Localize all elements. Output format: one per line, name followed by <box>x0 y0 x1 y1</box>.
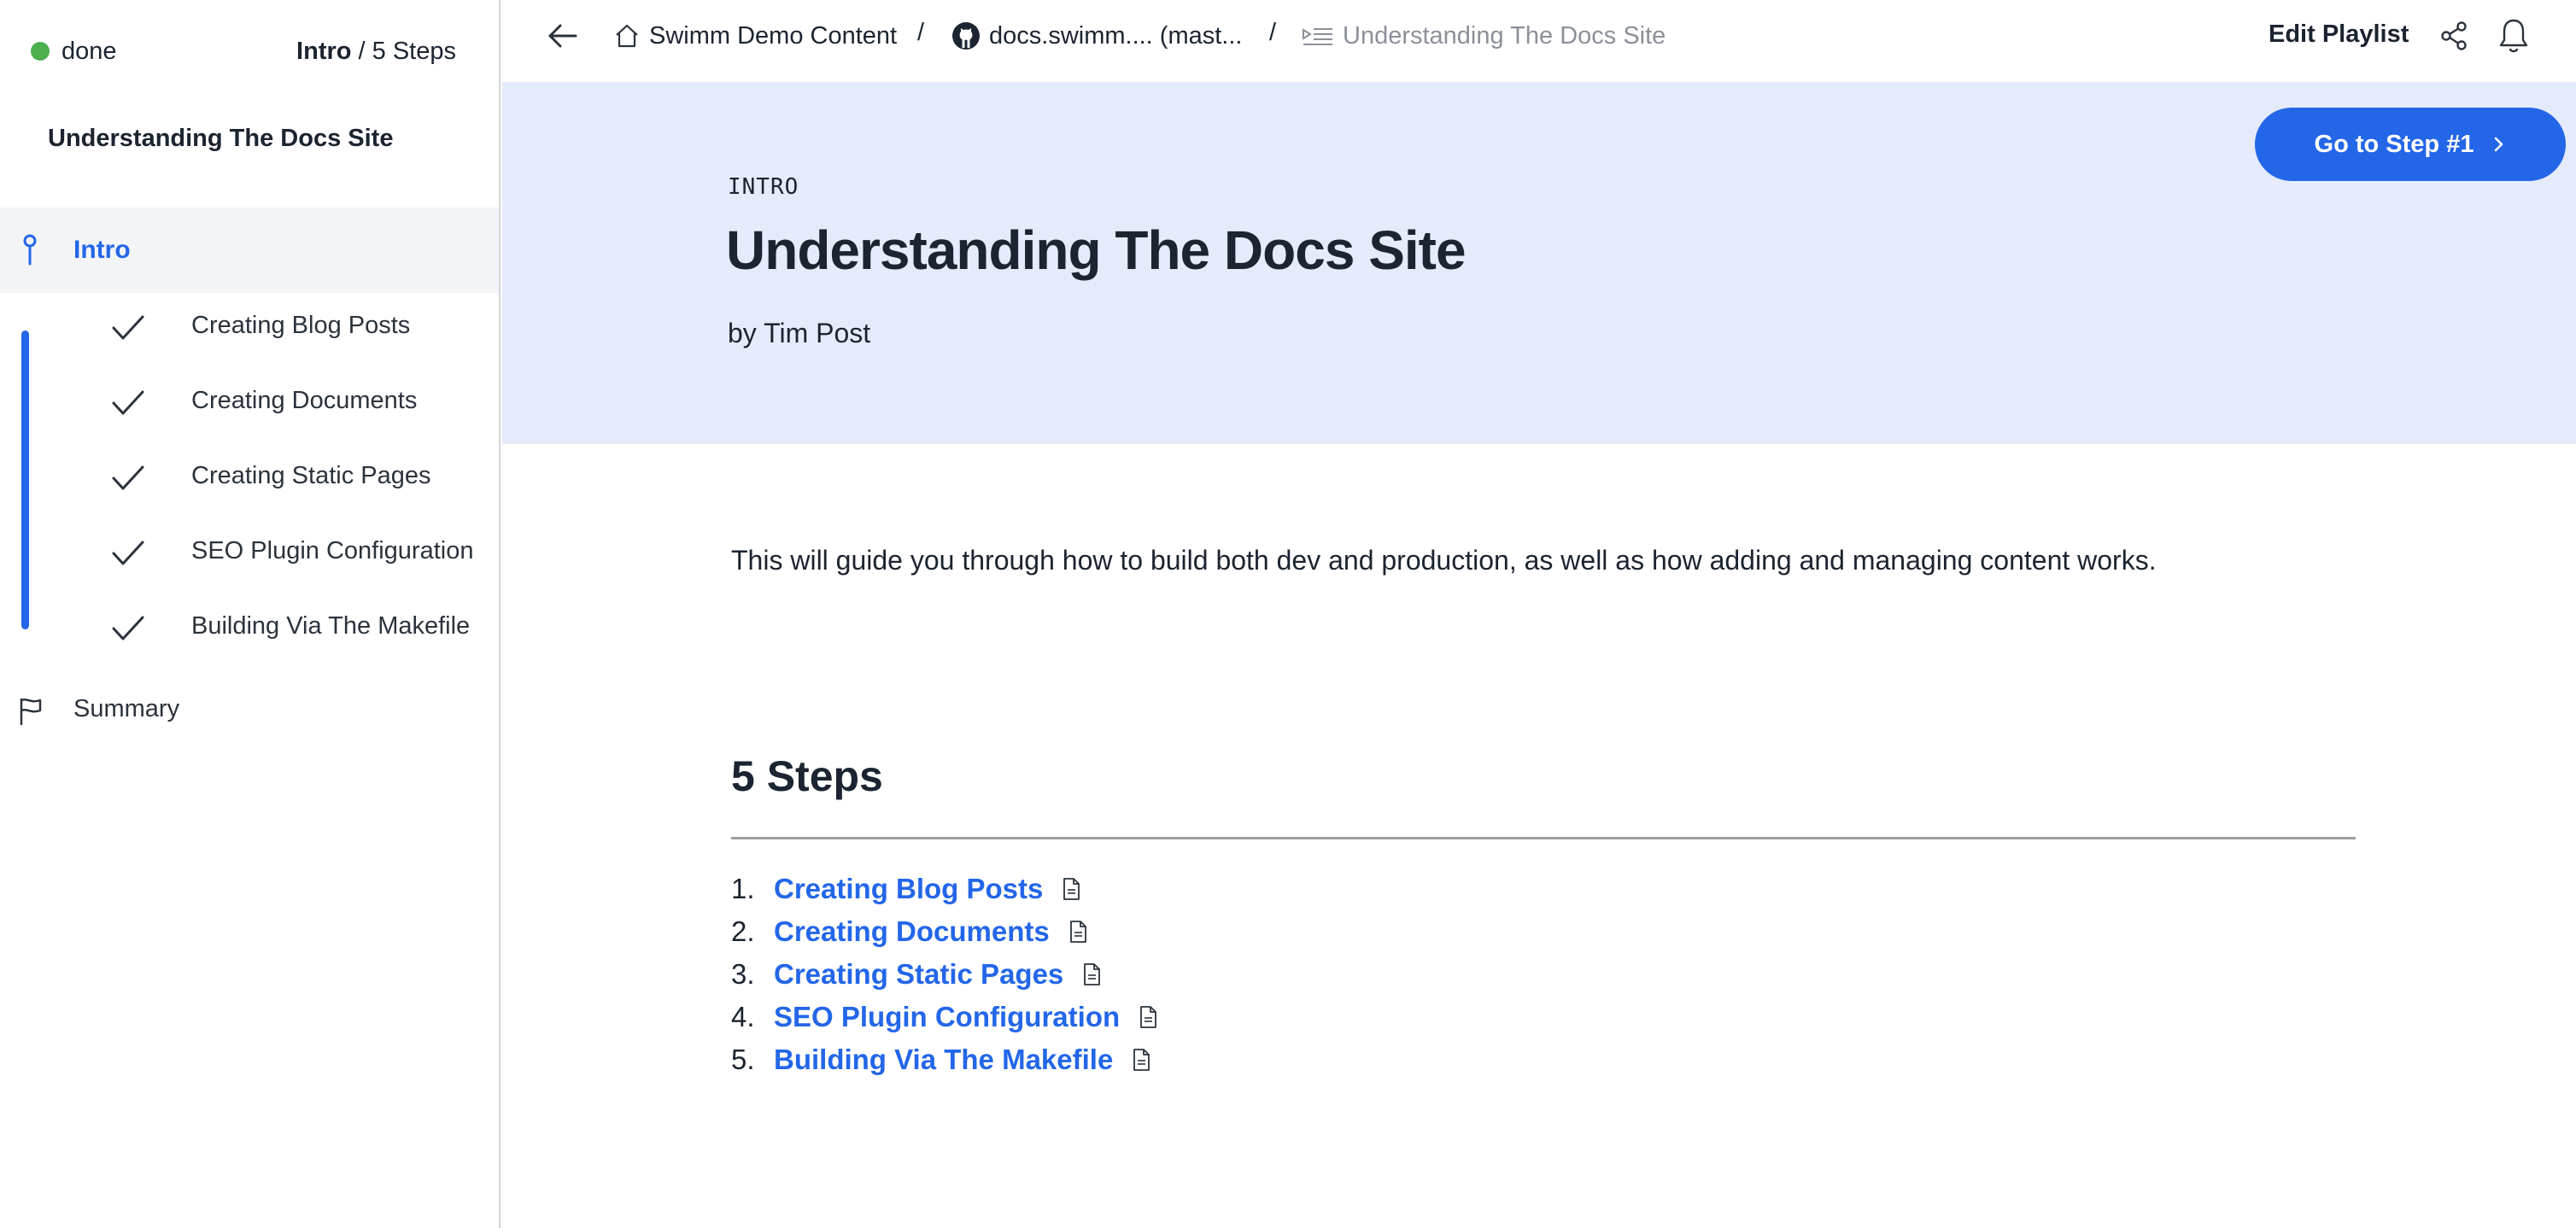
breadcrumb-repo[interactable]: docs.swimm.... (mast... <box>951 19 1242 53</box>
document-icon <box>1063 878 1080 900</box>
document-icon <box>1069 921 1086 943</box>
status-indicator: done <box>31 38 117 66</box>
document-icon <box>1084 963 1101 985</box>
step-link[interactable]: SEO Plugin Configuration <box>774 1001 1120 1033</box>
steps-list: 1. Creating Blog Posts 2. Creating Docum… <box>731 868 1157 1081</box>
sidebar-header: done Intro / 5 Steps <box>31 32 456 70</box>
list-number: 1. <box>731 873 755 904</box>
section-kicker: INTRO <box>728 174 799 200</box>
sidebar-item-summary[interactable]: Summary <box>0 671 499 748</box>
progress-separator: / <box>351 37 372 65</box>
document-icon <box>1133 1049 1150 1071</box>
steps-heading: 5 Steps <box>731 752 883 800</box>
breadcrumb-current: Understanding The Docs Site <box>1302 19 1666 53</box>
sidebar-step-item[interactable]: Creating Static Pages <box>0 441 499 517</box>
progress-indicator: Intro / 5 Steps <box>296 38 456 66</box>
intro-paragraph: This will guide you through how to build… <box>731 545 2157 576</box>
back-arrow-icon[interactable] <box>542 19 584 53</box>
go-to-step-button[interactable]: Go to Step #1 <box>2255 108 2566 181</box>
breadcrumb-label: docs.swimm.... (mast... <box>989 21 1243 50</box>
sidebar-step-label: Creating Static Pages <box>191 462 431 489</box>
flag-icon <box>20 698 42 726</box>
chevron-right-icon <box>2495 137 2503 152</box>
playlist-icon <box>1303 28 1332 45</box>
sidebar: done Intro / 5 Steps Understanding The D… <box>0 0 501 1228</box>
document-icon <box>1140 1006 1157 1028</box>
sidebar-step-item[interactable]: Creating Documents <box>0 366 499 441</box>
status-dot-icon <box>31 42 50 61</box>
sidebar-step-item[interactable]: Building Via The Makefile <box>0 592 499 667</box>
list-number: 3. <box>731 958 755 990</box>
progress-total: 5 Steps <box>372 37 456 65</box>
top-bar: Swimm Demo Content / docs.swimm.... (mas… <box>502 0 2576 82</box>
pin-icon <box>23 234 37 266</box>
list-number: 2. <box>731 915 755 947</box>
github-icon <box>952 22 980 50</box>
list-item: 5. Building Via The Makefile <box>731 1038 1157 1081</box>
sidebar-step-item[interactable]: Creating Blog Posts <box>0 291 499 366</box>
divider <box>731 837 2356 839</box>
sidebar-step-item[interactable]: SEO Plugin Configuration <box>0 517 499 592</box>
sidebar-step-label: Creating Blog Posts <box>191 312 411 339</box>
status-label: done <box>61 37 117 65</box>
list-item: 1. Creating Blog Posts <box>731 868 1157 910</box>
sidebar-item-intro[interactable]: Intro <box>0 208 499 293</box>
share-icon[interactable] <box>2439 20 2468 51</box>
check-icon <box>112 541 144 565</box>
list-number: 4. <box>731 1001 755 1032</box>
list-item: 3. Creating Static Pages <box>731 953 1157 996</box>
breadcrumb-separator: / <box>1269 19 1277 46</box>
sidebar-item-label: Intro <box>73 236 131 264</box>
step-link[interactable]: Creating Static Pages <box>774 958 1063 991</box>
step-link[interactable]: Creating Documents <box>774 915 1050 948</box>
step-link[interactable]: Creating Blog Posts <box>774 873 1043 905</box>
list-number: 5. <box>731 1044 755 1075</box>
check-icon <box>112 390 144 415</box>
list-item: 4. SEO Plugin Configuration <box>731 996 1157 1038</box>
sidebar-item-label: Summary <box>73 695 180 722</box>
page-title: Understanding The Docs Site <box>726 219 1467 281</box>
home-icon <box>616 24 638 48</box>
sidebar-step-label: Building Via The Makefile <box>191 612 471 640</box>
check-icon <box>112 465 144 490</box>
check-icon <box>112 616 144 640</box>
list-item: 2. Creating Documents <box>731 910 1157 953</box>
step-link[interactable]: Building Via The Makefile <box>774 1044 1113 1076</box>
progress-current: Intro <box>296 37 352 65</box>
check-icon <box>112 315 144 340</box>
breadcrumb-label: Swimm Demo Content <box>649 21 898 50</box>
playlist-title: Understanding The Docs Site <box>48 125 394 152</box>
playlist-hero: INTRO Understanding The Docs Site by Tim… <box>502 82 2576 444</box>
sidebar-step-label: Creating Documents <box>191 387 418 414</box>
go-to-step-label: Go to Step #1 <box>2314 130 2474 158</box>
breadcrumb-repo-home[interactable]: Swimm Demo Content <box>613 19 897 53</box>
author-byline: by Tim Post <box>728 318 871 348</box>
bell-icon[interactable] <box>2497 17 2530 55</box>
sidebar-step-label: SEO Plugin Configuration <box>191 537 474 564</box>
breadcrumb-label: Understanding The Docs Site <box>1343 21 1666 50</box>
edit-playlist-button[interactable]: Edit Playlist <box>2269 20 2409 49</box>
breadcrumb-separator: / <box>917 19 925 46</box>
